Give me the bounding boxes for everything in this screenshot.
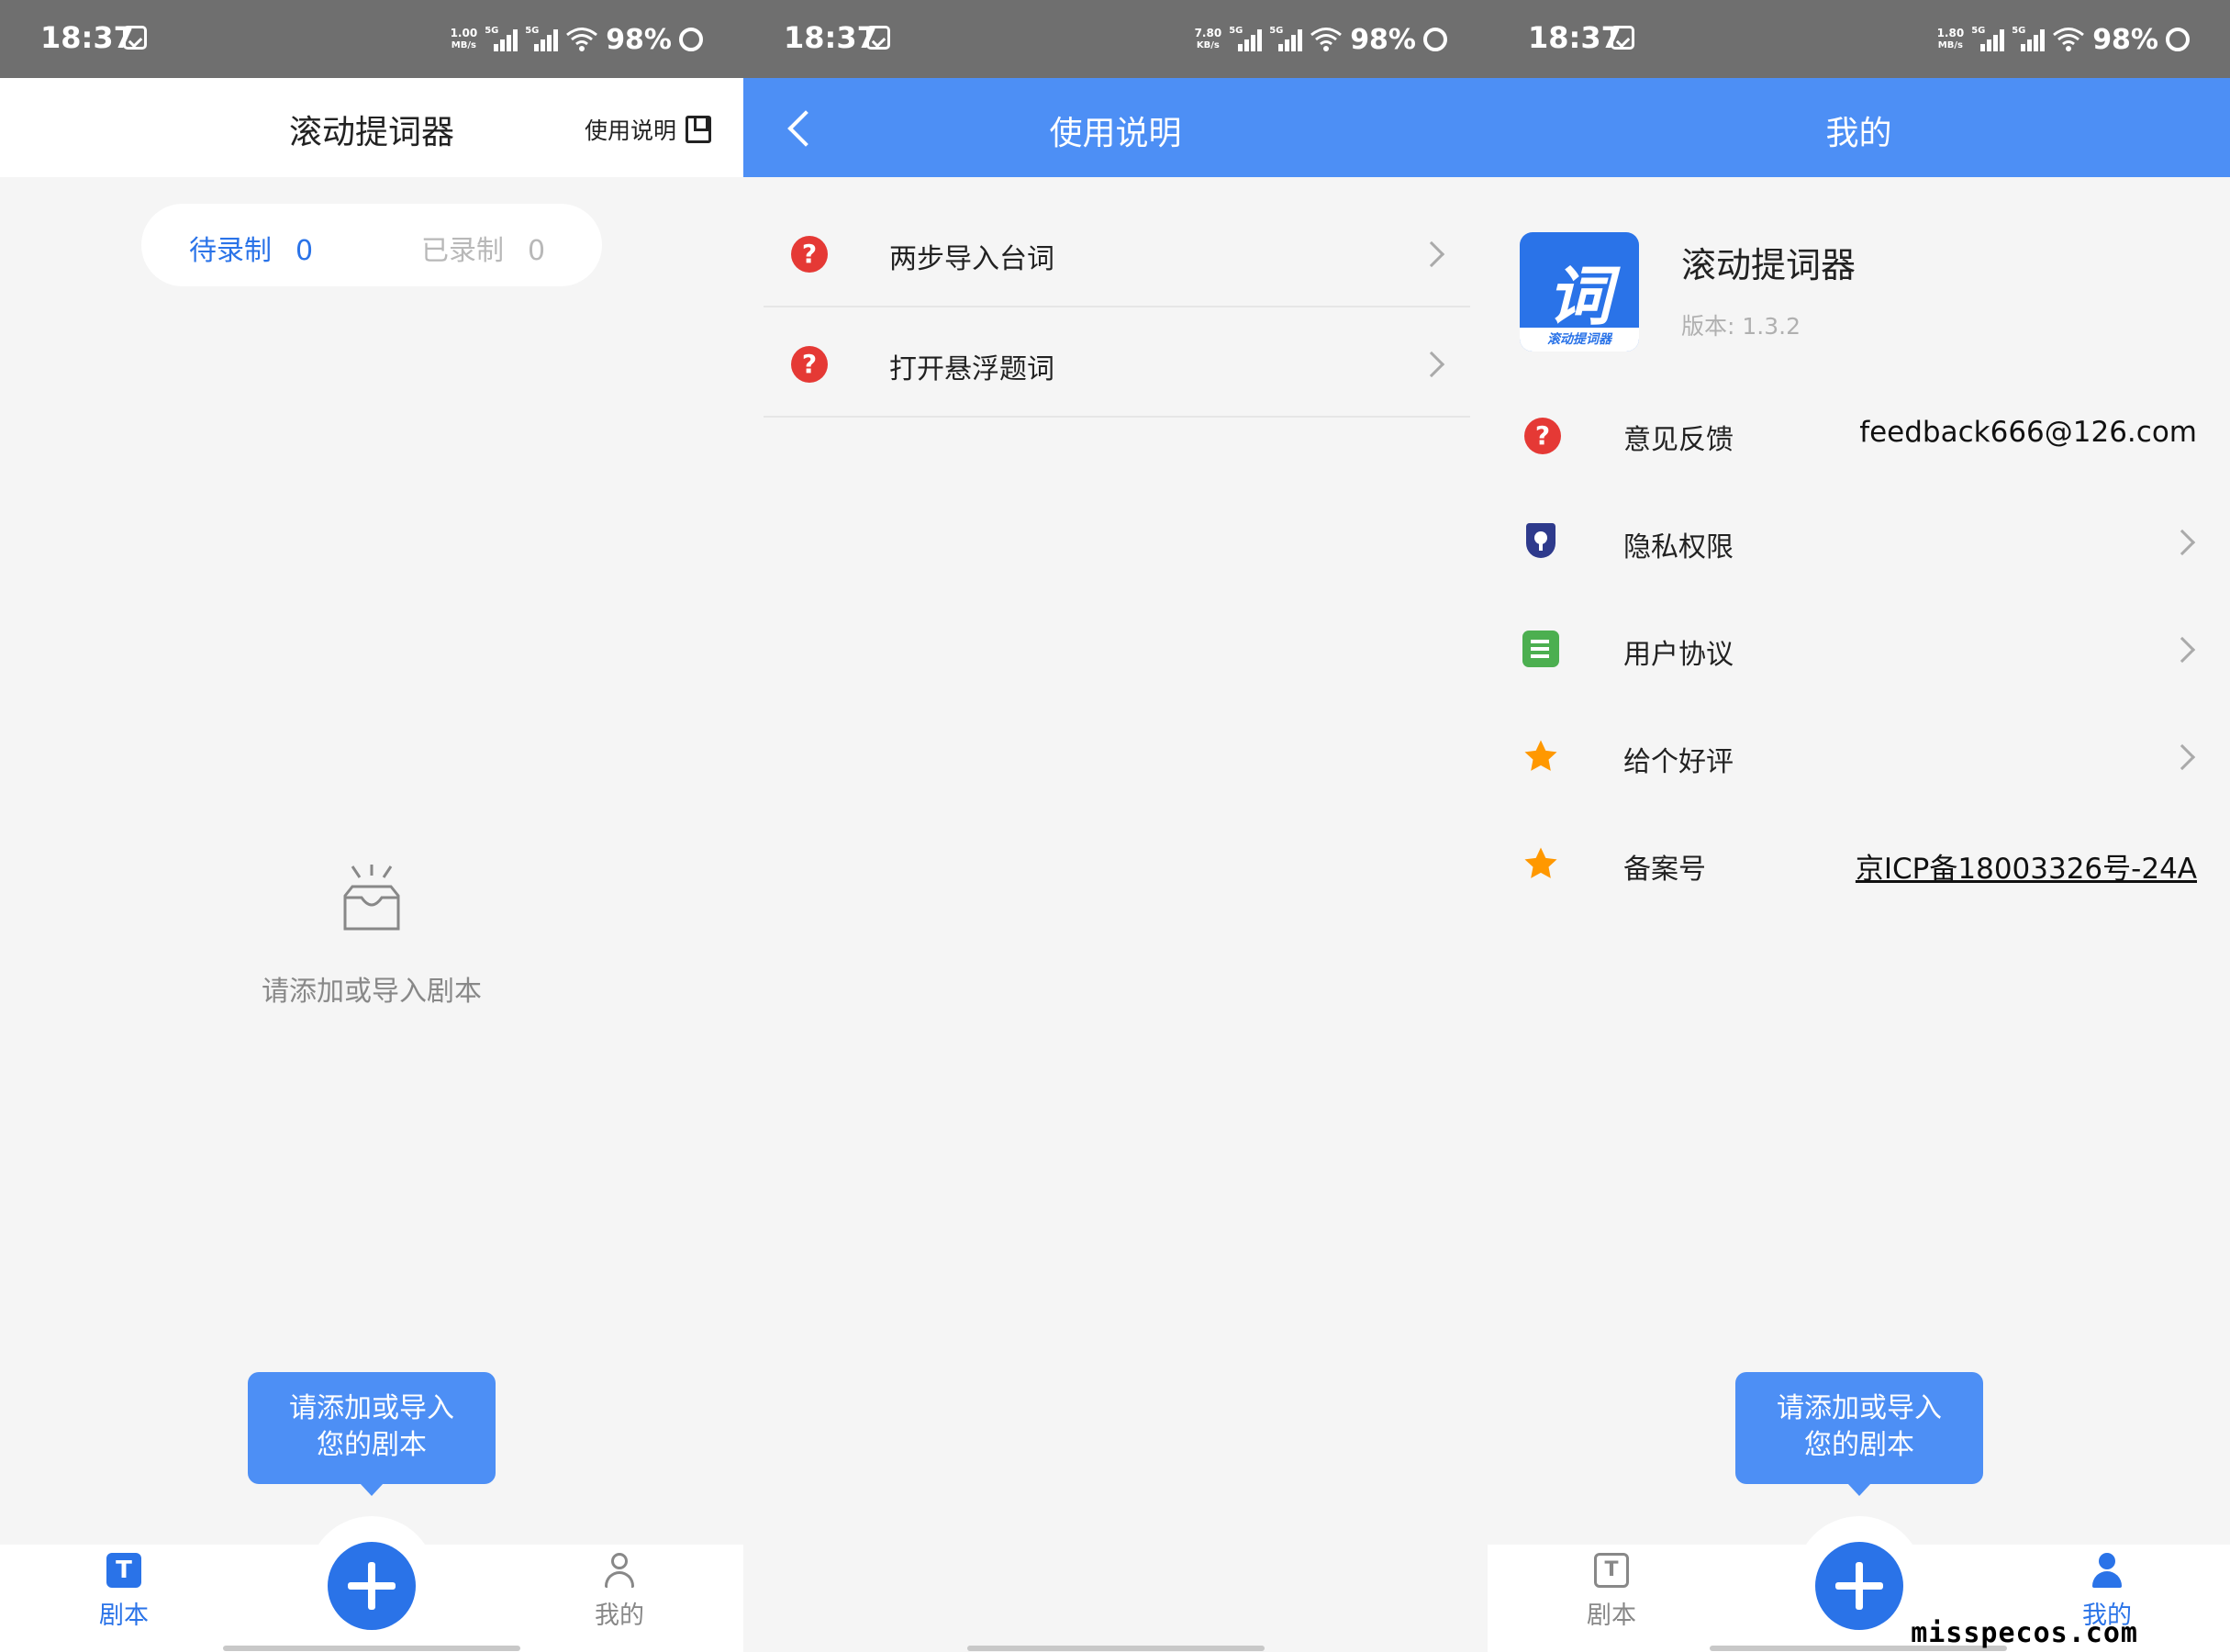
row-label: 给个好评 bbox=[1623, 746, 1734, 778]
watermark: misspecos.com bbox=[1911, 1617, 2138, 1649]
wifi-icon bbox=[2052, 27, 2085, 52]
status-indicators: 1.80 MB/s 5G 5G 98% bbox=[1936, 23, 2190, 56]
network-speed: 1.80 MB/s bbox=[1936, 27, 1965, 51]
page-title: 我的 bbox=[1825, 115, 1892, 152]
status-time: 18:37 bbox=[40, 20, 134, 55]
chevron-right-icon bbox=[2169, 636, 2196, 664]
empty-state-text: 请添加或导入剧本 bbox=[262, 976, 482, 1008]
help-item-label: 两步导入台词 bbox=[889, 243, 1054, 275]
add-button[interactable] bbox=[328, 1542, 416, 1630]
tab-me[interactable]: 我的 bbox=[564, 1553, 675, 1631]
add-script-tooltip: 请添加或导入 您的剧本 bbox=[248, 1372, 496, 1496]
help-link-label: 使用说明 bbox=[584, 117, 676, 144]
empty-inbox-icon bbox=[343, 865, 400, 931]
app-header: 使用说明 bbox=[743, 78, 1488, 177]
chevron-right-icon bbox=[2169, 529, 2196, 556]
gallery-notification-icon bbox=[123, 26, 147, 50]
shield-icon bbox=[1522, 523, 1559, 560]
status-bar: 18:37 7.80 KB/s 5G 5G 98% bbox=[743, 0, 1488, 78]
script-t-icon: T bbox=[106, 1553, 141, 1588]
chevron-right-icon bbox=[1418, 351, 1445, 378]
battery-level: 98% bbox=[606, 23, 672, 56]
wifi-icon bbox=[565, 27, 598, 52]
status-time: 18:37 bbox=[1528, 20, 1622, 55]
question-icon: ? bbox=[1524, 418, 1561, 454]
star-icon bbox=[1524, 740, 1557, 771]
add-script-tooltip: 请添加或导入 您的剧本 bbox=[1735, 1372, 1983, 1496]
help-item-import[interactable]: ? 两步导入台词 bbox=[764, 199, 1470, 307]
feedback-email[interactable]: feedback666@126.com bbox=[1859, 416, 2197, 449]
icp-row[interactable]: 备案号 京ICP备18003326号-24A bbox=[1488, 815, 2230, 916]
add-button[interactable] bbox=[1815, 1542, 1903, 1630]
battery-ring-icon bbox=[2166, 28, 2190, 51]
feedback-row[interactable]: ? 意见反馈 feedback666@126.com bbox=[1488, 385, 2230, 486]
gallery-notification-icon bbox=[866, 26, 890, 50]
tab-scripts[interactable]: T 剧本 bbox=[69, 1553, 179, 1631]
signal-icon: 5G bbox=[1269, 26, 1303, 53]
wifi-icon bbox=[1310, 27, 1343, 52]
help-link[interactable]: 使用说明 bbox=[585, 113, 711, 146]
scripts-screen: 18:37 1.00 MB/s 5G 5G 98% 滚动提词器 使用说明 待录制 0… bbox=[0, 0, 743, 1652]
star-icon bbox=[1524, 847, 1557, 878]
help-screen: 18:37 7.80 KB/s 5G 5G 98% 使用说明 ? 两步导入台词 ?… bbox=[743, 0, 1488, 1652]
chevron-right-icon bbox=[1418, 240, 1445, 268]
status-bar: 18:37 1.80 MB/s 5G 5G 98% bbox=[1488, 0, 2230, 78]
battery-level: 98% bbox=[1350, 23, 1416, 56]
me-screen: 18:37 1.80 MB/s 5G 5G 98% 我的 词 滚动提词器 滚动提词… bbox=[1488, 0, 2230, 1652]
network-speed: 1.00 MB/s bbox=[450, 27, 478, 51]
chevron-right-icon bbox=[2169, 743, 2196, 771]
home-indicator[interactable] bbox=[967, 1646, 1265, 1651]
app-header: 滚动提词器 使用说明 bbox=[0, 78, 743, 177]
gallery-notification-icon bbox=[1611, 26, 1634, 50]
signal-icon: 5G bbox=[485, 26, 518, 53]
person-icon bbox=[602, 1553, 637, 1588]
app-name: 滚动提词器 bbox=[1681, 245, 1856, 285]
help-item-floating[interactable]: ? 打开悬浮题词 bbox=[764, 309, 1470, 418]
app-header: 我的 bbox=[1488, 78, 2230, 177]
home-indicator[interactable] bbox=[223, 1646, 520, 1651]
tab-pending[interactable]: 待录制 0 bbox=[189, 228, 313, 268]
signal-icon: 5G bbox=[1229, 26, 1263, 53]
signal-icon: 5G bbox=[2012, 26, 2046, 53]
tab-scripts[interactable]: T 剧本 bbox=[1556, 1553, 1667, 1631]
signal-icon: 5G bbox=[1971, 26, 2005, 53]
question-icon: ? bbox=[791, 346, 828, 383]
user-agreement-row[interactable]: 用户协议 bbox=[1488, 600, 2230, 701]
bookmark-icon bbox=[686, 116, 711, 143]
question-icon: ? bbox=[791, 236, 828, 273]
help-item-label: 打开悬浮题词 bbox=[889, 353, 1054, 385]
signal-icon: 5G bbox=[525, 26, 559, 53]
script-t-icon: T bbox=[1594, 1553, 1629, 1588]
status-indicators: 7.80 KB/s 5G 5G 98% bbox=[1194, 23, 1447, 56]
status-bar: 18:37 1.00 MB/s 5G 5G 98% bbox=[0, 0, 743, 78]
row-label: 用户协议 bbox=[1623, 639, 1734, 671]
row-label: 备案号 bbox=[1623, 854, 1706, 886]
battery-level: 98% bbox=[2092, 23, 2158, 56]
tab-recorded[interactable]: 已录制 0 bbox=[421, 228, 545, 268]
icp-number-link[interactable]: 京ICP备18003326号-24A bbox=[1856, 845, 2197, 887]
battery-ring-icon bbox=[679, 28, 703, 51]
row-label: 隐私权限 bbox=[1623, 531, 1734, 564]
rate-app-row[interactable]: 给个好评 bbox=[1488, 708, 2230, 809]
page-title: 使用说明 bbox=[1049, 115, 1182, 152]
privacy-row[interactable]: 隐私权限 bbox=[1488, 493, 2230, 594]
app-logo: 词 滚动提词器 bbox=[1520, 232, 1639, 352]
row-label: 意见反馈 bbox=[1623, 424, 1734, 456]
status-time: 18:37 bbox=[784, 20, 877, 55]
network-speed: 7.80 KB/s bbox=[1194, 27, 1222, 51]
document-icon bbox=[1522, 631, 1559, 667]
recording-tabs: 待录制 0 已录制 0 bbox=[141, 204, 602, 286]
status-indicators: 1.00 MB/s 5G 5G 98% bbox=[450, 23, 703, 56]
person-icon bbox=[2090, 1553, 2124, 1588]
battery-ring-icon bbox=[1423, 28, 1447, 51]
app-version: 版本: 1.3.2 bbox=[1681, 313, 1801, 340]
